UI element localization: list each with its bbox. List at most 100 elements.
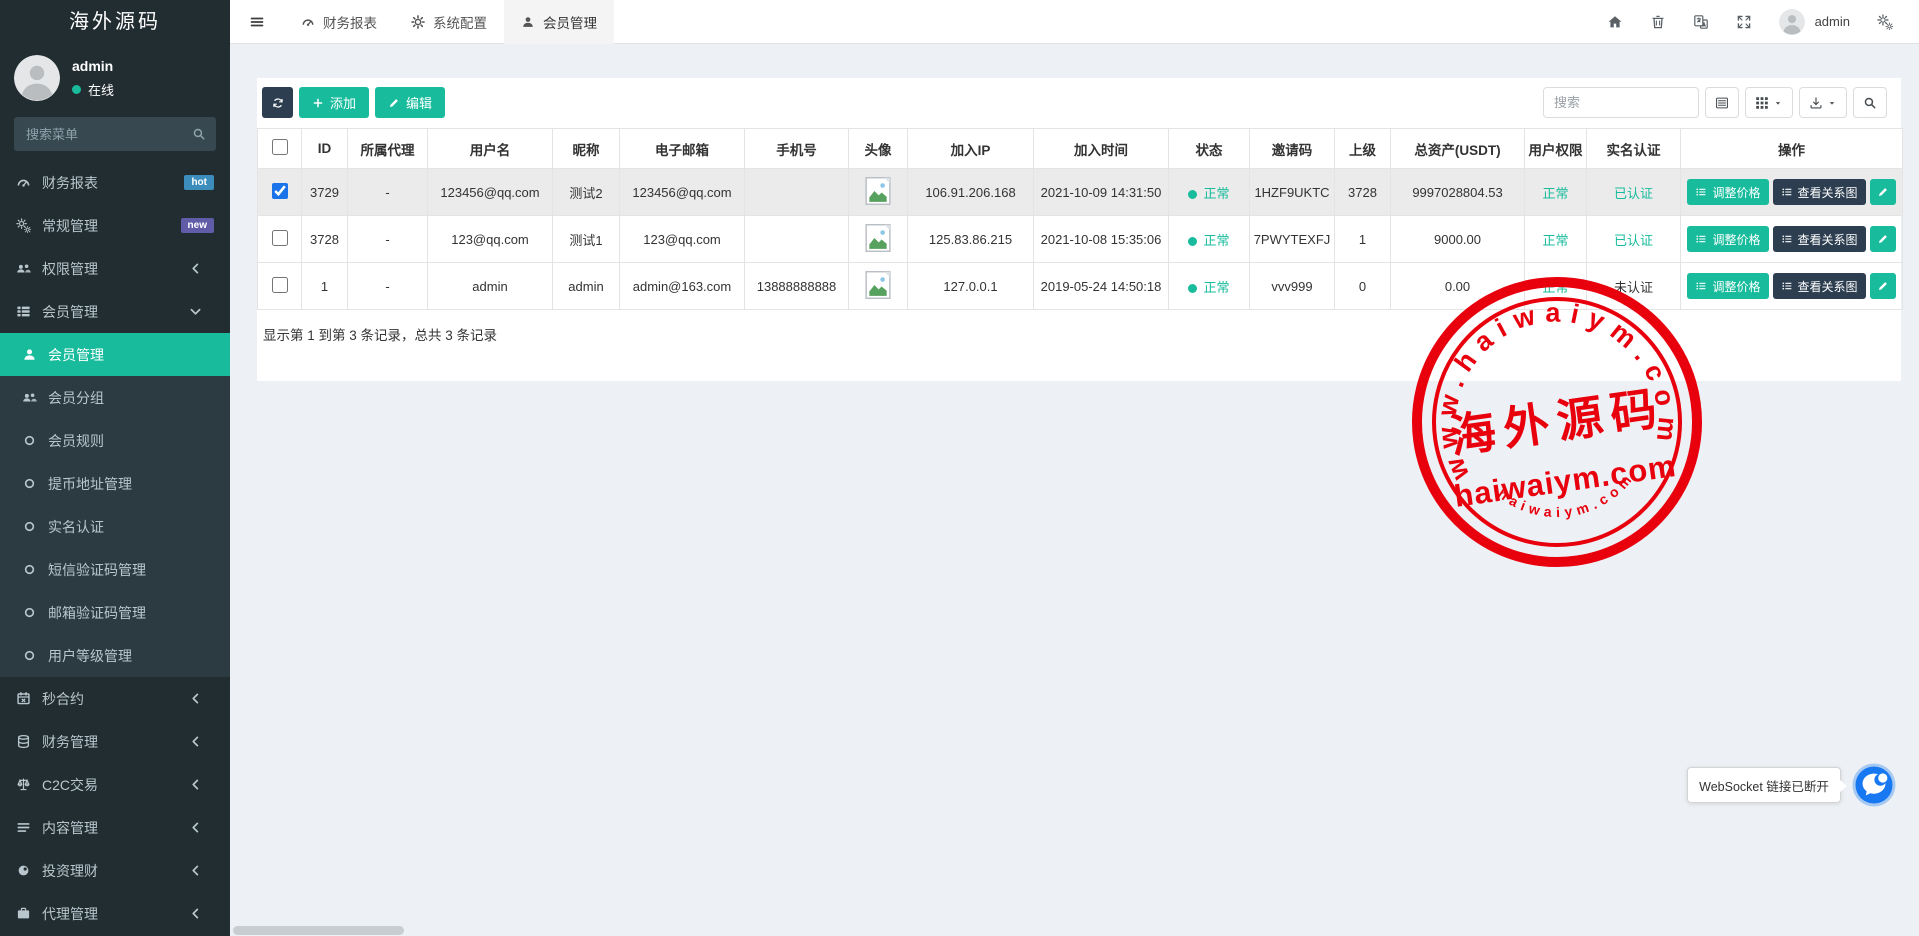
row-edit-button[interactable] bbox=[1870, 273, 1896, 299]
user-menu[interactable]: admin bbox=[1779, 9, 1850, 35]
cell-username: admin bbox=[428, 263, 553, 310]
avatar-person-icon bbox=[1779, 9, 1805, 35]
cell-avatar bbox=[849, 169, 908, 216]
caret-down-icon bbox=[1773, 98, 1783, 108]
table-search-input[interactable] bbox=[1543, 87, 1699, 118]
sidebar-item[interactable]: 用户等级管理 bbox=[0, 634, 230, 677]
cell-join_ip: 125.83.86.215 bbox=[908, 216, 1034, 263]
sidebar-item[interactable]: C2C交易 bbox=[0, 763, 230, 806]
export-button[interactable] bbox=[1799, 87, 1847, 118]
edit-button[interactable]: 编辑 bbox=[375, 87, 445, 118]
settings-gears-icon[interactable] bbox=[1877, 14, 1893, 30]
select-all-checkbox[interactable] bbox=[272, 139, 288, 155]
user-icon bbox=[521, 15, 535, 29]
tab-会员管理[interactable]: 会员管理 bbox=[504, 0, 614, 44]
sidebar-item[interactable]: 邮箱验证码管理 bbox=[0, 591, 230, 634]
sidebar-item[interactable]: 秒合约 bbox=[0, 677, 230, 720]
sidebar-item[interactable]: 投资理财 bbox=[0, 849, 230, 892]
cell-nickname: 测试2 bbox=[553, 169, 620, 216]
table-row: 3728-123@qq.com测试1123@qq.com125.83.86.21… bbox=[258, 216, 1903, 263]
refresh-icon bbox=[272, 97, 284, 109]
sidebar-item-label: 会员管理 bbox=[42, 302, 98, 322]
cell-join_ip: 106.91.206.168 bbox=[908, 169, 1034, 216]
column-header: 电子邮箱 bbox=[620, 129, 745, 169]
cell-join_time: 2021-10-08 15:35:06 bbox=[1034, 216, 1169, 263]
broken-image-icon bbox=[865, 270, 891, 300]
trash-icon[interactable] bbox=[1650, 14, 1666, 30]
column-header: 操作 bbox=[1681, 129, 1903, 169]
circle-o-icon bbox=[22, 648, 37, 663]
sidebar-item[interactable]: 权限管理 bbox=[0, 247, 230, 290]
cell-email: admin@163.com bbox=[620, 263, 745, 310]
badge-new: new bbox=[181, 218, 214, 233]
sidebar-item[interactable]: 内容管理 bbox=[0, 806, 230, 849]
sidebar-item[interactable]: 会员管理 bbox=[0, 333, 230, 376]
cell-phone bbox=[745, 169, 849, 216]
cell-join_time: 2019-05-24 14:50:18 bbox=[1034, 263, 1169, 310]
sidebar-item[interactable]: 财务报表hot bbox=[0, 161, 230, 204]
translate-icon[interactable] bbox=[1693, 14, 1709, 30]
row-checkbox[interactable] bbox=[272, 277, 288, 293]
app-logo[interactable]: 海外源码 bbox=[0, 0, 230, 45]
cell-agent: - bbox=[348, 169, 428, 216]
cell-nickname: admin bbox=[553, 263, 620, 310]
column-header: 邀请码 bbox=[1250, 129, 1335, 169]
view-relation-button[interactable]: 查看关系图 bbox=[1773, 226, 1866, 252]
list-icon bbox=[16, 820, 31, 835]
chevron-left-icon bbox=[188, 691, 203, 706]
sidebar-item[interactable]: 财务管理 bbox=[0, 720, 230, 763]
detail-view-button[interactable] bbox=[1705, 87, 1739, 118]
tab-财务报表[interactable]: 财务报表 bbox=[284, 0, 394, 44]
row-checkbox[interactable] bbox=[272, 230, 288, 246]
horizontal-scrollbar-thumb[interactable] bbox=[233, 926, 404, 935]
circle-o-icon bbox=[22, 519, 37, 534]
row-checkbox[interactable] bbox=[272, 183, 288, 199]
cell-status: 正常 bbox=[1169, 169, 1250, 216]
fullscreen-icon[interactable] bbox=[1736, 14, 1752, 30]
cell-parent: 1 bbox=[1335, 216, 1391, 263]
view-relation-button[interactable]: 查看关系图 bbox=[1773, 273, 1866, 299]
detail-view-icon bbox=[1715, 96, 1729, 110]
sidebar-item[interactable]: 短信验证码管理 bbox=[0, 548, 230, 591]
cell-agent: - bbox=[348, 263, 428, 310]
sidebar-item[interactable]: 会员分组 bbox=[0, 376, 230, 419]
adjust-price-button[interactable]: 调整价格 bbox=[1687, 179, 1768, 205]
sidebar-item[interactable]: 会员规则 bbox=[0, 419, 230, 462]
adjust-price-button[interactable]: 调整价格 bbox=[1687, 226, 1768, 252]
menu-icon bbox=[249, 14, 265, 30]
sidebar-item-label: 会员分组 bbox=[48, 388, 104, 408]
user-name: admin bbox=[72, 58, 114, 74]
avatar-person-icon bbox=[14, 55, 60, 101]
refresh-button[interactable] bbox=[262, 87, 293, 118]
broken-image-icon bbox=[865, 176, 891, 206]
adjust-price-button[interactable]: 调整价格 bbox=[1687, 273, 1768, 299]
members-table: ID所属代理用户名昵称电子邮箱手机号头像加入IP加入时间状态邀请码上级总资产(U… bbox=[257, 128, 1903, 310]
tab-系统配置[interactable]: 系统配置 bbox=[394, 0, 504, 44]
sidebar-item[interactable]: 提币地址管理 bbox=[0, 462, 230, 505]
add-button[interactable]: 添加 bbox=[299, 87, 369, 118]
table-row: 1-adminadminadmin@163.com13888888888127.… bbox=[258, 263, 1903, 310]
row-edit-button[interactable] bbox=[1870, 226, 1896, 252]
sidebar-item[interactable]: 实名认证 bbox=[0, 505, 230, 548]
pencil-icon bbox=[1877, 186, 1889, 198]
home-icon[interactable] bbox=[1607, 14, 1623, 30]
sidebar-search-input[interactable] bbox=[14, 117, 216, 151]
hamburger-button[interactable] bbox=[230, 0, 284, 44]
chevron-down-icon bbox=[188, 304, 203, 319]
chevron-left-icon bbox=[188, 820, 203, 835]
cell-parent: 3728 bbox=[1335, 169, 1391, 216]
columns-button[interactable] bbox=[1745, 87, 1793, 118]
chat-bubble-button[interactable] bbox=[1852, 763, 1896, 807]
sidebar-item[interactable]: 常规管理new bbox=[0, 204, 230, 247]
chevron-left-icon bbox=[188, 734, 203, 749]
topnav: 财务报表系统配置会员管理 admin bbox=[230, 0, 1919, 44]
sidebar-item[interactable]: 会员管理 bbox=[0, 290, 230, 333]
row-edit-button[interactable] bbox=[1870, 179, 1896, 205]
sidebar-item-label: 实名认证 bbox=[48, 517, 104, 537]
view-relation-button[interactable]: 查看关系图 bbox=[1773, 179, 1866, 205]
search-button[interactable] bbox=[1853, 87, 1887, 118]
sidebar-item[interactable]: 代理管理 bbox=[0, 892, 230, 935]
chevron-left-icon bbox=[188, 906, 203, 921]
sidebar-item-label: 用户等级管理 bbox=[48, 646, 132, 666]
pencil-icon bbox=[1877, 280, 1889, 292]
